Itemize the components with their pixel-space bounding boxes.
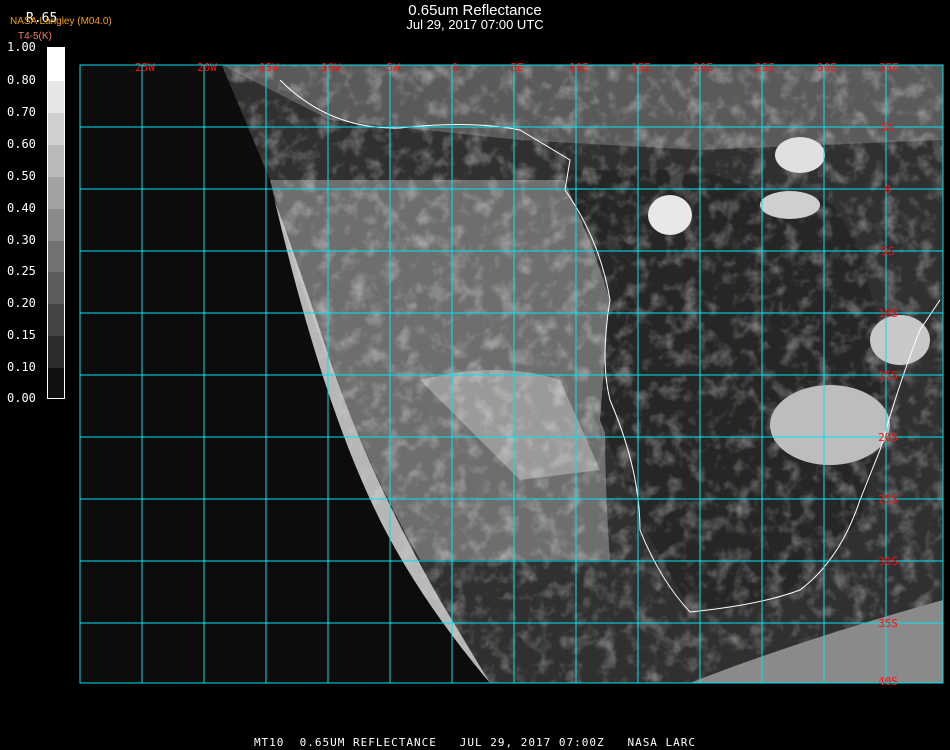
colorbar-tick-label: 1.00 (7, 40, 36, 54)
satellite-map: 25W 20W 15W 10W 5W 0 5E 10E 15E 20E 25E 30E 35E 5N 0 5S… (79, 61, 944, 688)
longitude-label: 10E (569, 61, 589, 74)
colorbar-tick-label: 0.70 (7, 105, 36, 119)
latitude-label: 0 (885, 183, 892, 196)
colorbar-tick-label: 0.40 (7, 201, 36, 215)
latitude-label: 25S (878, 493, 898, 506)
latitude-label: 15S (878, 369, 898, 382)
colorbar-tick-label: 0.10 (7, 360, 36, 374)
latitude-label: 40S (878, 675, 898, 688)
colorbar-tick-label: 0.15 (7, 328, 36, 342)
map-timestamp: Jul 29, 2017 07:00 UTC (406, 17, 544, 32)
longitude-label: 30E (817, 61, 837, 74)
colorbar-tick-label: 0.20 (7, 296, 36, 310)
latitude-label: 20S (878, 431, 898, 444)
longitude-label: 25E (755, 61, 775, 74)
colorbar-tick-label: 0.00 (7, 391, 36, 405)
colorbar-tick-label: 0.60 (7, 137, 36, 151)
longitude-label: 10W (321, 61, 341, 74)
colorbar (47, 47, 65, 399)
colorbar-tick-label: 0.50 (7, 169, 36, 183)
longitude-label: 15W (259, 61, 279, 74)
footer-caption: MT10 0.65UM REFLECTANCE JUL 29, 2017 07:… (253, 736, 697, 749)
colorbar-tick-label: 0.80 (7, 73, 36, 87)
colorbar-tick-label: 0.25 (7, 264, 36, 278)
latitude-label: 5N (881, 121, 894, 134)
longitude-label: 15E (631, 61, 651, 74)
source-label: NASA Langley (M04.0) (10, 16, 112, 27)
longitude-label: 5E (510, 61, 523, 74)
longitude-label: 20E (693, 61, 713, 74)
longitude-label: 35E (879, 61, 899, 74)
colorbar-tick-label: 0.30 (7, 233, 36, 247)
latitude-label: 35S (878, 617, 898, 630)
longitude-label: 5W (386, 61, 400, 74)
latitude-label: 5S (881, 245, 894, 258)
latitude-label: 10S (878, 307, 898, 320)
longitude-label: 0 (452, 61, 459, 74)
longitude-label: 20W (197, 61, 217, 74)
longitude-label: 25W (135, 61, 155, 74)
latitude-label: 30S (878, 555, 898, 568)
